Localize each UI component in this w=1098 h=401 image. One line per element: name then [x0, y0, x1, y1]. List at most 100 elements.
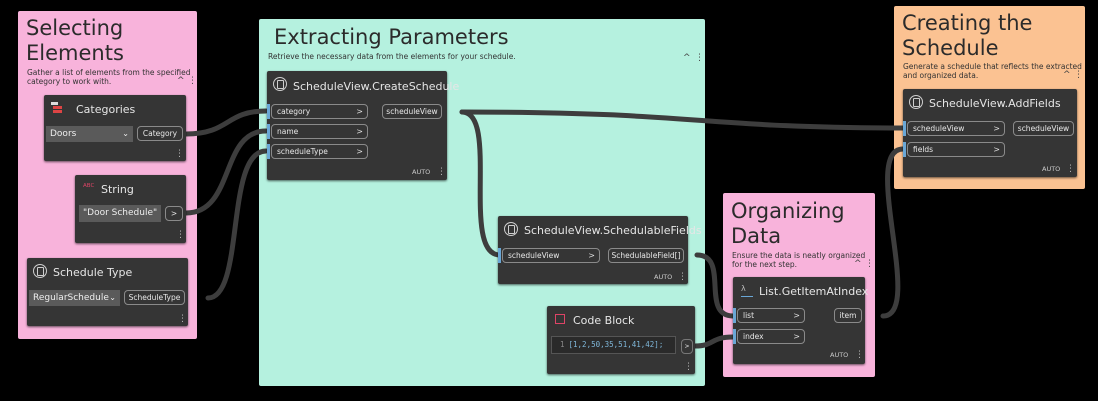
lacing-label: AUTO — [830, 351, 849, 359]
code-block-icon — [555, 314, 565, 324]
input-port-fields[interactable]: fields > — [907, 142, 1005, 157]
node-title: ScheduleView.SchedulableFields — [524, 224, 702, 237]
chevron-down-icon: ⌄ — [109, 293, 116, 302]
input-port-scheduleview[interactable]: scheduleView > — [502, 248, 600, 263]
node-header[interactable]: ABC String — [75, 175, 186, 203]
arrow-icon: > — [356, 147, 363, 156]
more-vertical-icon[interactable]: ⋮ — [437, 168, 446, 177]
categories-node[interactable]: Categories Doors ⌄ Category ⋮ — [44, 95, 186, 161]
arrow-icon: > — [356, 107, 363, 116]
output-port-schedulable-field[interactable]: SchedulableField[] — [608, 248, 684, 263]
more-vertical-icon[interactable]: ⋮ — [855, 351, 864, 360]
output-port-scheduleview[interactable]: scheduleView — [1013, 121, 1074, 136]
chevron-down-icon: ⌄ — [122, 129, 129, 138]
node-header[interactable]: Categories — [44, 95, 186, 123]
node-header[interactable]: Code Block — [547, 306, 695, 334]
port-label: scheduleView — [508, 251, 560, 260]
node-header[interactable]: ScheduleView.CreateSchedule — [267, 71, 459, 99]
lacing-label: AUTO — [1042, 165, 1061, 173]
port-label: name — [277, 127, 299, 136]
add-fields-node[interactable]: ScheduleView.AddFields scheduleView > fie… — [903, 89, 1077, 177]
port-label: index — [743, 332, 764, 341]
node-title: Code Block — [573, 314, 635, 327]
lacing-label: AUTO — [654, 273, 673, 281]
input-port-scheduleview[interactable]: scheduleView > — [907, 121, 1005, 136]
dynamo-node-icon — [33, 264, 47, 278]
input-port-marker — [498, 248, 501, 263]
node-header[interactable]: λ List.GetItemAtIndex — [733, 277, 869, 305]
input-port-index[interactable]: index > — [737, 329, 805, 344]
code-editor[interactable]: 1 [1,2,50,35,51,41,42]; — [551, 336, 676, 354]
input-port-category[interactable]: category > — [271, 104, 368, 119]
code-text: [1,2,50,35,51,41,42]; — [568, 340, 664, 349]
wire-item-fields — [880, 146, 906, 319]
more-vertical-icon[interactable]: ⋮ — [176, 231, 185, 240]
output-port-code[interactable]: > — [681, 339, 693, 354]
input-port-marker — [733, 308, 736, 323]
get-item-at-index-node[interactable]: λ List.GetItemAtIndex list > index > item … — [733, 277, 869, 364]
port-label: fields — [913, 145, 934, 154]
more-vertical-icon[interactable]: ⋮ — [684, 363, 693, 372]
output-port-string[interactable]: > — [165, 206, 183, 221]
node-title: List.GetItemAtIndex — [759, 285, 869, 298]
output-port-category[interactable]: Category — [137, 126, 183, 141]
string-badge-icon: ABC — [83, 183, 95, 189]
input-port-list[interactable]: list > — [737, 308, 805, 323]
code-block-node[interactable]: Code Block 1 [1,2,50,35,51,41,42]; > ⋮ — [547, 306, 695, 374]
schedule-type-node[interactable]: Schedule Type RegularSchedule ⌄ Schedule… — [27, 258, 188, 326]
input-port-schedule-type[interactable]: scheduleType > — [271, 144, 368, 159]
input-port-marker — [733, 329, 736, 344]
string-node[interactable]: ABC String "Door Schedule" > ⋮ — [75, 175, 186, 243]
input-port-marker — [267, 144, 270, 159]
port-label: scheduleType — [277, 147, 328, 156]
port-label: scheduleView — [913, 124, 965, 133]
create-schedule-node[interactable]: ScheduleView.CreateSchedule category > na… — [267, 71, 459, 180]
dynamo-node-icon — [504, 222, 518, 236]
lacing-label: AUTO — [412, 168, 431, 176]
arrow-icon: > — [993, 124, 1000, 133]
node-header[interactable]: Schedule Type — [27, 258, 188, 286]
output-port-item[interactable]: item — [834, 308, 862, 323]
dynamo-node-icon — [273, 77, 287, 91]
more-vertical-icon[interactable]: ⋮ — [1066, 165, 1075, 174]
string-input[interactable]: "Door Schedule" — [79, 205, 161, 222]
schedule-type-dropdown[interactable]: RegularSchedule ⌄ — [29, 290, 120, 306]
input-port-name[interactable]: name > — [271, 124, 368, 139]
wire-name — [183, 128, 269, 216]
wire-fields-list — [694, 252, 736, 319]
more-vertical-icon[interactable]: ⋮ — [678, 273, 687, 282]
more-vertical-icon[interactable]: ⋮ — [175, 150, 184, 159]
dynamo-node-icon — [909, 95, 923, 109]
node-title: String — [101, 183, 134, 196]
line-number: 1 — [560, 340, 565, 349]
wire-category — [183, 108, 269, 137]
category-dropdown[interactable]: Doors ⌄ — [46, 126, 133, 142]
arrow-icon: > — [588, 251, 595, 260]
input-port-marker — [903, 142, 906, 157]
input-port-marker — [267, 124, 270, 139]
input-port-marker — [267, 104, 270, 119]
wire-scheduleview-schedulable — [459, 109, 503, 258]
arrow-icon: > — [793, 332, 800, 341]
port-label: category — [277, 107, 311, 116]
arrow-icon: > — [793, 311, 800, 320]
input-port-marker — [903, 121, 906, 136]
wire-schedule-type — [205, 148, 269, 301]
arrow-icon: > — [993, 145, 1000, 154]
node-header[interactable]: ScheduleView.AddFields — [903, 89, 1077, 117]
more-vertical-icon[interactable]: ⋮ — [178, 315, 187, 324]
arrow-icon: > — [356, 127, 363, 136]
output-port-scheduleview[interactable]: scheduleView — [382, 104, 442, 119]
node-header[interactable]: ScheduleView.SchedulableFields — [498, 216, 702, 244]
schedulable-fields-node[interactable]: ScheduleView.SchedulableFields scheduleV… — [498, 216, 702, 284]
list-function-icon: λ — [741, 284, 753, 297]
node-title: ScheduleView.CreateSchedule — [293, 80, 460, 93]
categories-icon — [51, 102, 63, 114]
node-title: Categories — [76, 103, 136, 116]
wire-code-index — [692, 334, 736, 349]
node-title: ScheduleView.AddFields — [929, 97, 1061, 110]
output-port-schedule-type[interactable]: ScheduleType — [124, 290, 185, 305]
wire-scheduleview-addfields — [459, 109, 906, 131]
dropdown-value: RegularSchedule — [33, 293, 109, 303]
dropdown-value: Doors — [50, 129, 77, 139]
